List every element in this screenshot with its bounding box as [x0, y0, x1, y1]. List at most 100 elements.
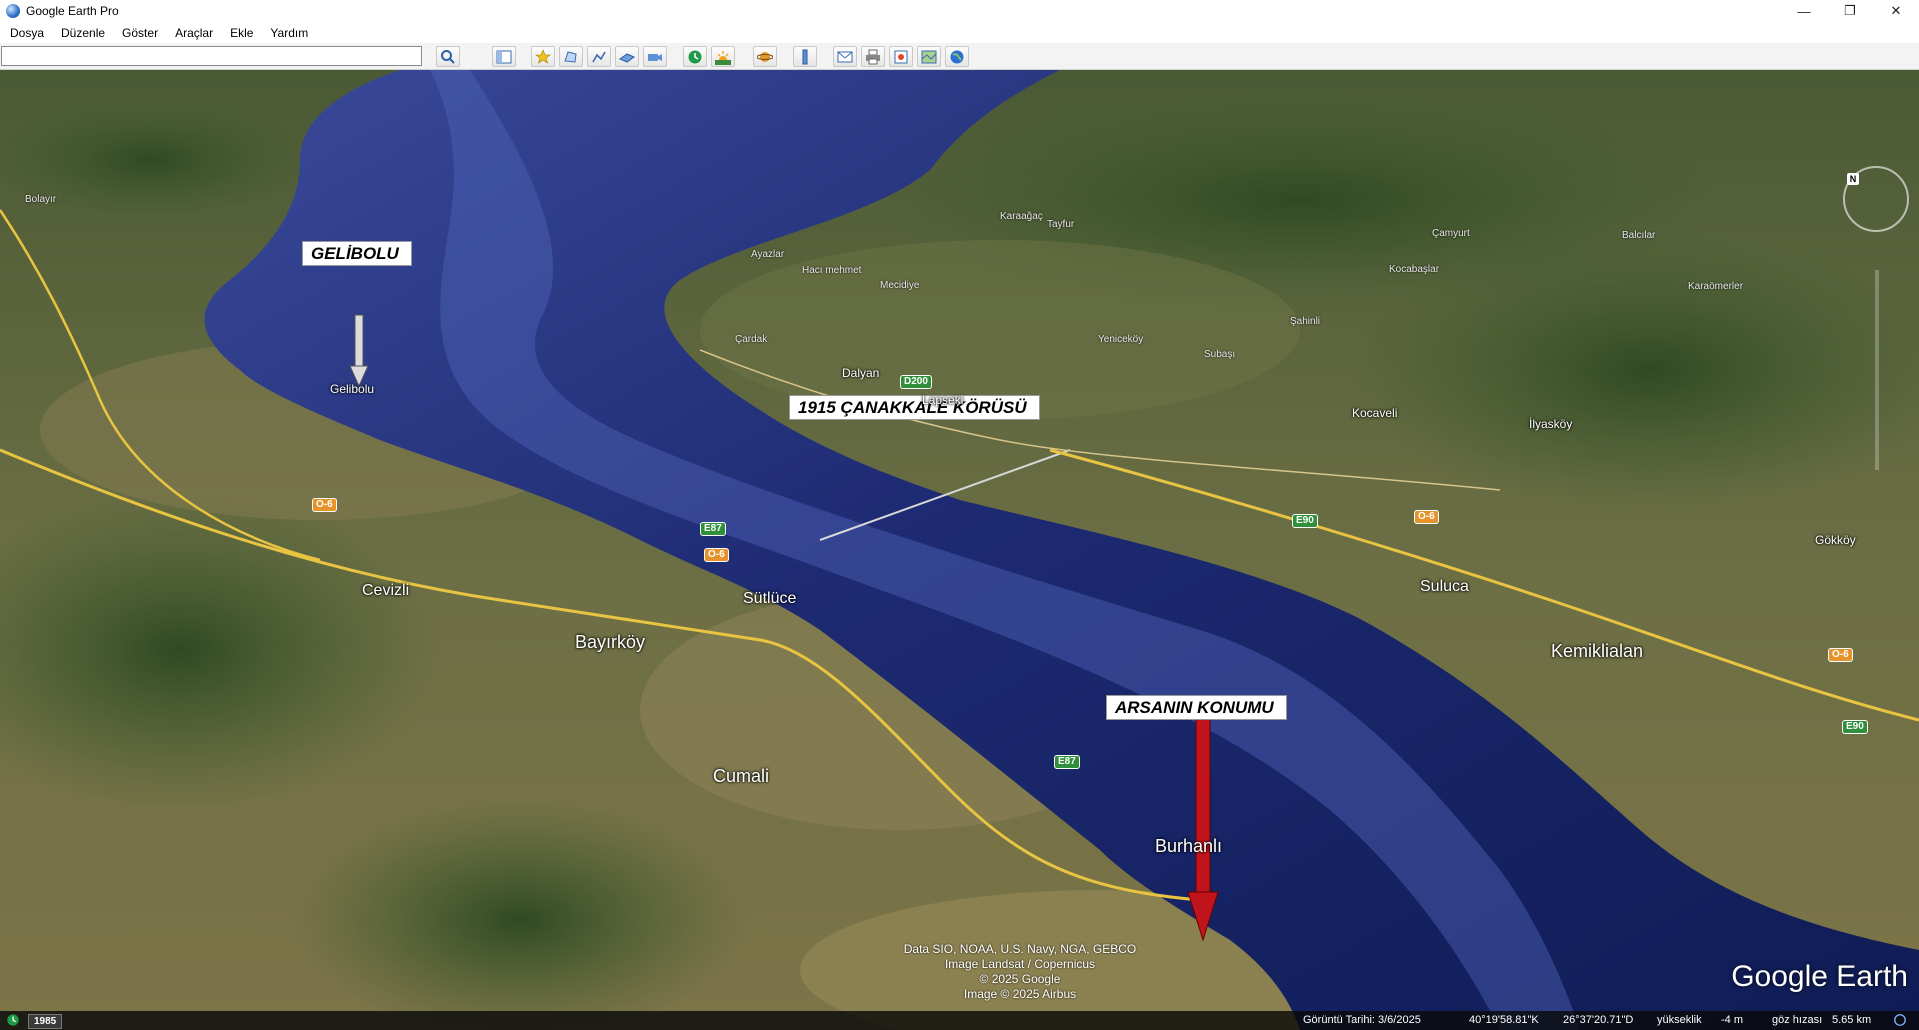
attribution-line: Image © 2025 Airbus [963, 987, 1077, 1001]
sidebar-toggle-icon [496, 50, 512, 63]
ruler-button[interactable] [793, 46, 817, 67]
menu-file[interactable]: Dosya [0, 26, 51, 40]
place-label: Cumali [713, 766, 770, 786]
place-label: Kocabaşlar [1389, 264, 1440, 275]
search-input[interactable] [1, 46, 422, 66]
place-label: Suluca [1420, 578, 1469, 595]
menu-view[interactable]: Göster [112, 26, 165, 40]
zoom-slider[interactable] [1875, 270, 1879, 470]
add-path-icon [592, 51, 606, 62]
plot-location-callout: ARSANIN KONUMU [1106, 695, 1287, 720]
minimize-button[interactable]: — [1781, 0, 1827, 22]
place-label: Tayfur [1047, 219, 1075, 230]
north-indicator[interactable]: N [1847, 173, 1859, 185]
place-label: İlyasköy [1529, 417, 1573, 431]
planets-button[interactable] [753, 46, 777, 67]
forest-patch [290, 800, 750, 1030]
farmland [700, 240, 1300, 420]
road-shield-o6: O-6 [312, 498, 337, 512]
menu-help[interactable]: Yardım [260, 26, 315, 40]
place-label: Burhanlı [1155, 836, 1223, 856]
add-polygon-button[interactable] [559, 46, 583, 67]
eye-altitude-value: 5.65 km [1832, 1014, 1872, 1026]
place-label: Şahinli [1290, 316, 1321, 327]
place-label: Gelibolu [330, 382, 375, 396]
save-image-icon [894, 50, 908, 63]
print-icon [866, 49, 880, 64]
historical-imagery-status-icon[interactable] [6, 1013, 20, 1030]
place-label: Çamyurt [1432, 228, 1470, 239]
add-image-overlay-icon [619, 52, 635, 63]
print-button[interactable] [861, 46, 885, 67]
menu-bar: Dosya Düzenle Göster Araçlar Ekle Yardım [0, 22, 1919, 43]
add-path-button[interactable] [587, 46, 611, 67]
place-label: Cevizli [362, 582, 410, 599]
road-shield-e90: E90 [1292, 514, 1318, 528]
place-label: Hacı mehmet [802, 265, 862, 276]
place-label: Kocaveli [1352, 406, 1398, 420]
place-label: Mecidiye [880, 280, 920, 291]
elevation-value: -4 m [1721, 1014, 1743, 1026]
maximize-button[interactable]: ❐ [1827, 0, 1873, 22]
add-polygon-icon [564, 50, 577, 63]
historical-year-badge[interactable]: 1985 [28, 1014, 63, 1029]
menu-add[interactable]: Ekle [220, 26, 260, 40]
bridge-callout: 1915 ÇANAKKALE KÖRÜSÜ [789, 395, 1040, 420]
latitude: 40°19'58.81"K [1469, 1014, 1539, 1026]
road-shield-e87: E87 [1054, 755, 1080, 769]
road-shield-e90: E90 [1842, 720, 1868, 734]
email-icon [837, 51, 853, 62]
gelibolu-callout: GELİBOLU [302, 241, 412, 266]
imagery-attribution: Data SIO, NOAA, U.S. Navy, NGA, GEBCO Im… [800, 942, 1240, 1002]
elevation-label: yükseklik [1657, 1014, 1702, 1026]
menu-tools[interactable]: Araçlar [165, 26, 220, 40]
window-title: Google Earth Pro [26, 4, 119, 18]
road-shield-o6: O-6 [1414, 510, 1439, 524]
place-label: Gökköy [1815, 533, 1856, 547]
place-label: Karaağaç [1000, 211, 1043, 222]
email-button[interactable] [833, 46, 857, 67]
attribution-line: © 2025 Google [979, 972, 1061, 986]
place-label: Lapseki [922, 393, 964, 407]
place-label: Çardak [735, 334, 768, 345]
ruler-icon [802, 49, 808, 64]
longitude: 26°37'20.71"D [1563, 1014, 1634, 1026]
road-shield-d200: D200 [900, 375, 932, 389]
search-button[interactable] [436, 46, 460, 67]
status-bar: 1985 Görüntü Tarihi: 3/6/2025 40°19'58.8… [0, 1011, 1919, 1030]
close-button[interactable]: ✕ [1873, 0, 1919, 22]
navigation-compass[interactable]: N [1843, 166, 1909, 232]
record-tour-button[interactable] [643, 46, 667, 67]
save-image-button[interactable] [889, 46, 913, 67]
add-placemark-button[interactable] [531, 46, 555, 67]
attribution-line: Image Landsat / Copernicus [944, 957, 1096, 971]
place-label: Kemiklialan [1551, 641, 1644, 661]
road-shield-e87: E87 [700, 522, 726, 536]
menu-edit[interactable]: Düzenle [51, 26, 112, 40]
historical-imagery-icon [688, 50, 702, 63]
place-label: Ayazlar [751, 249, 785, 260]
place-label: Dalyan [842, 366, 880, 380]
google-earth-app-icon [6, 4, 20, 18]
title-bar: Google Earth Pro — ❐ ✕ [0, 0, 1919, 22]
view-in-maps-button[interactable] [917, 46, 941, 67]
imagery-date: Görüntü Tarihi: 3/6/2025 [1303, 1014, 1421, 1026]
sidebar-toggle-button[interactable] [492, 46, 516, 67]
streaming-indicator-icon [1893, 1013, 1907, 1030]
place-label: Karaömerler [1688, 281, 1744, 292]
place-label: Subaşı [1204, 349, 1236, 360]
view-in-maps-icon [921, 50, 937, 63]
sun-icon [715, 50, 731, 65]
add-image-overlay-button[interactable] [615, 46, 639, 67]
map-viewport[interactable]: GELİBOLU 1915 ÇANAKKALE KÖRÜSÜ ARSANIN K… [0, 70, 1919, 1030]
planets-icon [757, 51, 773, 62]
place-label: Sütlüce [743, 590, 797, 607]
earth-icon [950, 50, 964, 63]
historical-imagery-button[interactable] [683, 46, 707, 67]
road-shield-o6: O-6 [1828, 648, 1853, 662]
earth-button[interactable] [945, 46, 969, 67]
add-placemark-icon [535, 48, 551, 64]
place-label: Yeniceköy [1098, 334, 1144, 345]
sunlight-button[interactable] [711, 46, 735, 67]
toolbar [0, 43, 1919, 70]
